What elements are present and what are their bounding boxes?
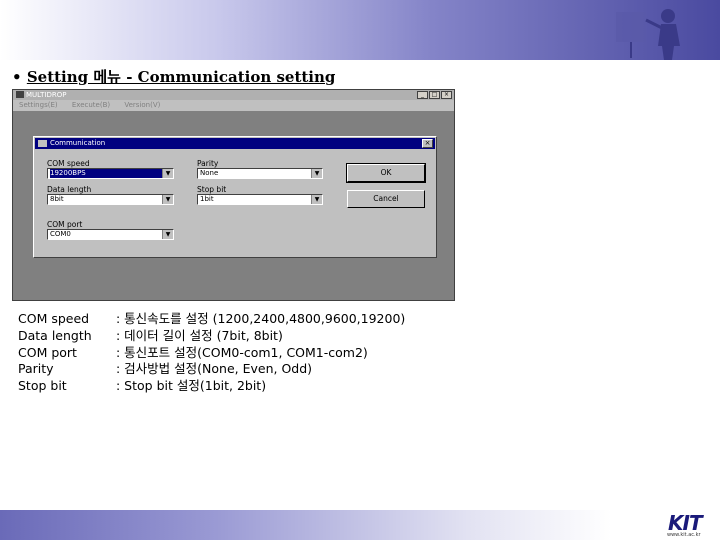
menu-settings[interactable]: Settings(E)	[19, 100, 58, 111]
com-port-value: COM0	[50, 230, 71, 238]
bullet: •	[12, 68, 22, 86]
com-speed-label: COM speed	[47, 159, 90, 168]
description-row: Data length : 데이터 길이 설정 (7bit, 8bit)	[18, 328, 405, 345]
description-key: COM speed	[18, 311, 90, 326]
description-key: Data length	[18, 327, 92, 343]
description-value: : 데이터 길이 설정 (7bit, 8bit)	[116, 327, 283, 343]
dialog-close-button[interactable]: ×	[422, 139, 433, 148]
description-value: : 검사방법 설정(None, Even, Odd)	[116, 361, 313, 377]
stop-bit-label: Stop bit	[197, 185, 227, 194]
data-length-label: Data length	[47, 185, 92, 194]
bottom-banner	[0, 510, 720, 540]
com-port-select[interactable]: COM0 ▼	[47, 229, 174, 240]
data-length-value: 8bit	[50, 195, 64, 203]
description-row: COM speed : 통신속도를 설정 (1200,2400,4800,9600…	[18, 311, 405, 328]
chevron-down-icon[interactable]: ▼	[311, 195, 322, 204]
app-icon	[16, 91, 24, 98]
description-key: Stop bit	[18, 378, 67, 394]
description-value: : 통신포트 설정(COM0-com1, COM1-com2)	[116, 344, 368, 360]
description-value: : Stop bit 설정(1bit, 2bit)	[116, 378, 267, 394]
stop-bit-value: 1bit	[200, 195, 214, 203]
cancel-button[interactable]: Cancel	[347, 190, 425, 208]
app-menubar: Settings(E) Execute(B) Version(V)	[13, 100, 454, 111]
close-window-button[interactable]: ×	[441, 91, 452, 99]
app-window: MULTIDROP _ □ × Settings(E) Execute(B) V…	[12, 89, 455, 301]
communication-dialog: Communication × COM speed 19200BPS ▼ Dat…	[33, 136, 437, 258]
menu-execute[interactable]: Execute(B)	[72, 100, 110, 111]
app-title: MULTIDROP	[26, 91, 67, 99]
parity-select[interactable]: None ▼	[197, 168, 323, 179]
presenter-icon	[616, 9, 680, 60]
top-banner	[0, 0, 720, 60]
maximize-button[interactable]: □	[429, 91, 440, 99]
slide-title: • Setting 메뉴 - Communication setting	[12, 66, 335, 87]
title-text: Setting 메뉴 - Communication setting	[26, 68, 336, 86]
dialog-icon	[38, 140, 47, 147]
dialog-titlebar: Communication ×	[35, 138, 435, 149]
com-port-label: COM port	[47, 220, 83, 229]
description-row: Parity : 검사방법 설정(None, Even, Odd)	[18, 361, 405, 378]
chevron-down-icon[interactable]: ▼	[162, 169, 173, 178]
stop-bit-select[interactable]: 1bit ▼	[197, 194, 323, 205]
chevron-down-icon[interactable]: ▼	[162, 195, 173, 204]
minimize-button[interactable]: _	[417, 91, 428, 99]
com-speed-value: 19200BPS	[50, 169, 168, 178]
logo-url: www.kit.ac.kr	[667, 532, 701, 538]
chevron-down-icon[interactable]: ▼	[311, 169, 322, 178]
description-key: Parity	[18, 361, 54, 377]
data-length-select[interactable]: 8bit ▼	[47, 194, 174, 205]
menu-version[interactable]: Version(V)	[124, 100, 160, 111]
description-list: COM speed : 통신속도를 설정 (1200,2400,4800,9600…	[18, 311, 405, 395]
description-row: COM port : 통신포트 설정(COM0-com1, COM1-com2)	[18, 345, 405, 362]
parity-label: Parity	[197, 159, 219, 168]
description-key: COM port	[18, 344, 77, 360]
chevron-down-icon[interactable]: ▼	[162, 230, 173, 239]
com-speed-select[interactable]: 19200BPS ▼	[47, 168, 174, 179]
description-row: Stop bit : Stop bit 설정(1bit, 2bit)	[18, 378, 405, 395]
app-titlebar: MULTIDROP _ □ ×	[13, 90, 454, 100]
dialog-title: Communication	[50, 139, 106, 147]
ok-button[interactable]: OK	[346, 163, 426, 183]
description-value: : 통신속도를 설정 (1200,2400,4800,9600,19200)	[116, 311, 406, 326]
parity-value: None	[200, 169, 219, 177]
